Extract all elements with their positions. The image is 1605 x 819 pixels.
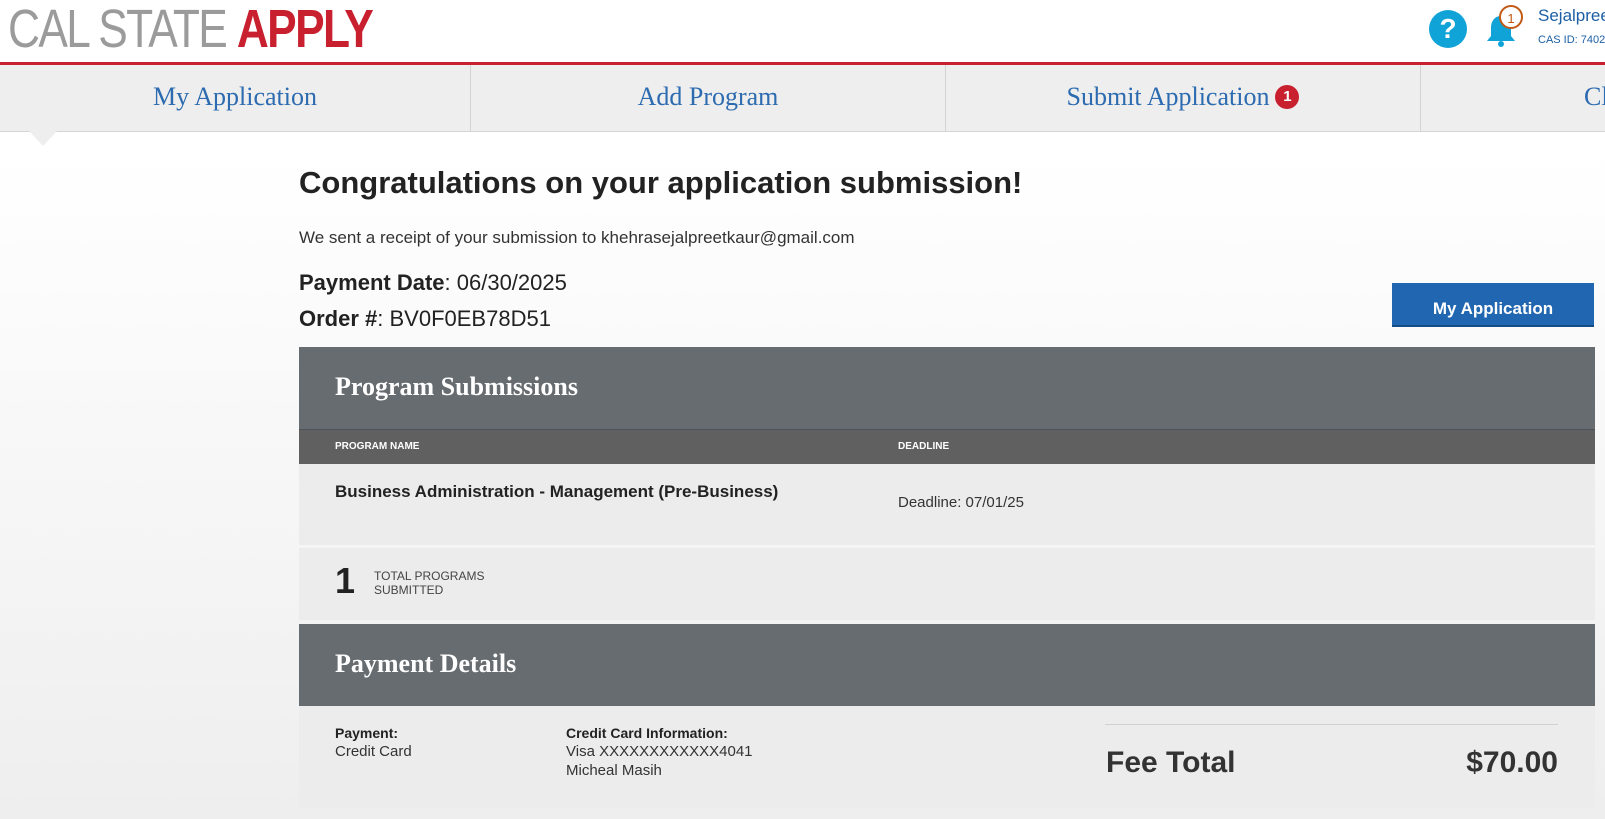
page-title: Congratulations on your application subm… <box>299 165 1023 200</box>
payment-label: Payment: <box>335 725 399 741</box>
active-tab-indicator <box>29 131 57 146</box>
tab-checklist[interactable]: Cl <box>1421 65 1605 131</box>
tab-submit-application[interactable]: Submit Application 1 <box>946 65 1421 131</box>
notification-count-badge[interactable]: 1 <box>1499 5 1523 29</box>
fee-divider <box>1105 724 1558 725</box>
order-value: BV0F0EB78D51 <box>389 306 551 331</box>
app-header: CAL STATE APPLY ? 1 Sejalpree CAS ID: 74… <box>0 0 1605 62</box>
payment-method: Credit Card <box>335 743 412 760</box>
receipt-message: We sent a receipt of your submission to … <box>299 228 855 247</box>
cal-state-apply-logo[interactable]: CAL STATE APPLY <box>8 0 374 59</box>
fee-total-label: Fee Total <box>1106 746 1236 779</box>
tab-my-application[interactable]: My Application <box>0 65 471 131</box>
total-programs-row: 1 TOTAL PROGRAMS SUBMITTED <box>299 548 1595 620</box>
total-label-line: SUBMITTED <box>374 583 444 597</box>
my-application-button[interactable]: My Application <box>1392 283 1594 327</box>
tab-label: Submit Application <box>1066 82 1270 111</box>
table-row: Business Administration - Management (Pr… <box>299 464 1595 545</box>
column-header-program-name: PROGRAM NAME <box>335 441 420 452</box>
logo-text-cal-state: CAL STATE <box>8 0 237 59</box>
fee-total-amount: $70.00 <box>1466 746 1558 779</box>
program-deadline: Deadline: 07/01/25 <box>898 494 1024 511</box>
program-submissions-heading: Program Submissions <box>299 347 1595 429</box>
total-programs-label: TOTAL PROGRAMS SUBMITTED <box>374 569 484 597</box>
payment-details-heading: Payment Details <box>299 624 1595 706</box>
cas-id-label: CAS ID: 7402 <box>1538 34 1605 46</box>
card-holder-name: Micheal Masih <box>566 762 662 779</box>
tab-label: Cl <box>1584 82 1605 111</box>
logo-text-apply: APPLY <box>236 0 374 59</box>
submit-count-badge: 1 <box>1275 85 1300 110</box>
tab-label: My Application <box>153 82 317 111</box>
tab-label: Add Program <box>637 82 779 111</box>
total-programs-count: 1 <box>335 560 356 601</box>
payment-date-label: Payment Date <box>299 270 445 295</box>
program-table-header: PROGRAM NAME DEADLINE <box>299 429 1595 464</box>
help-icon[interactable]: ? <box>1429 10 1467 48</box>
order-number: Order #: BV0F0EB78D51 <box>299 306 551 331</box>
column-header-deadline: DEADLINE <box>898 441 950 452</box>
card-number: Visa XXXXXXXXXXXX4041 <box>566 743 753 760</box>
card-info-label: Credit Card Information: <box>566 725 728 741</box>
payment-date: Payment Date: 06/30/2025 <box>299 270 567 295</box>
main-nav: My Application Add Program Submit Applic… <box>0 65 1605 132</box>
payment-date-value: 06/30/2025 <box>456 270 567 295</box>
program-name: Business Administration - Management (Pr… <box>335 482 779 501</box>
payment-details-body: Payment: Credit Card Credit Card Informa… <box>299 706 1595 808</box>
total-label-line: TOTAL PROGRAMS <box>374 569 485 583</box>
user-name-link[interactable]: Sejalpree <box>1538 6 1605 26</box>
tab-add-program[interactable]: Add Program <box>471 65 946 131</box>
order-label: Order # <box>299 306 378 331</box>
